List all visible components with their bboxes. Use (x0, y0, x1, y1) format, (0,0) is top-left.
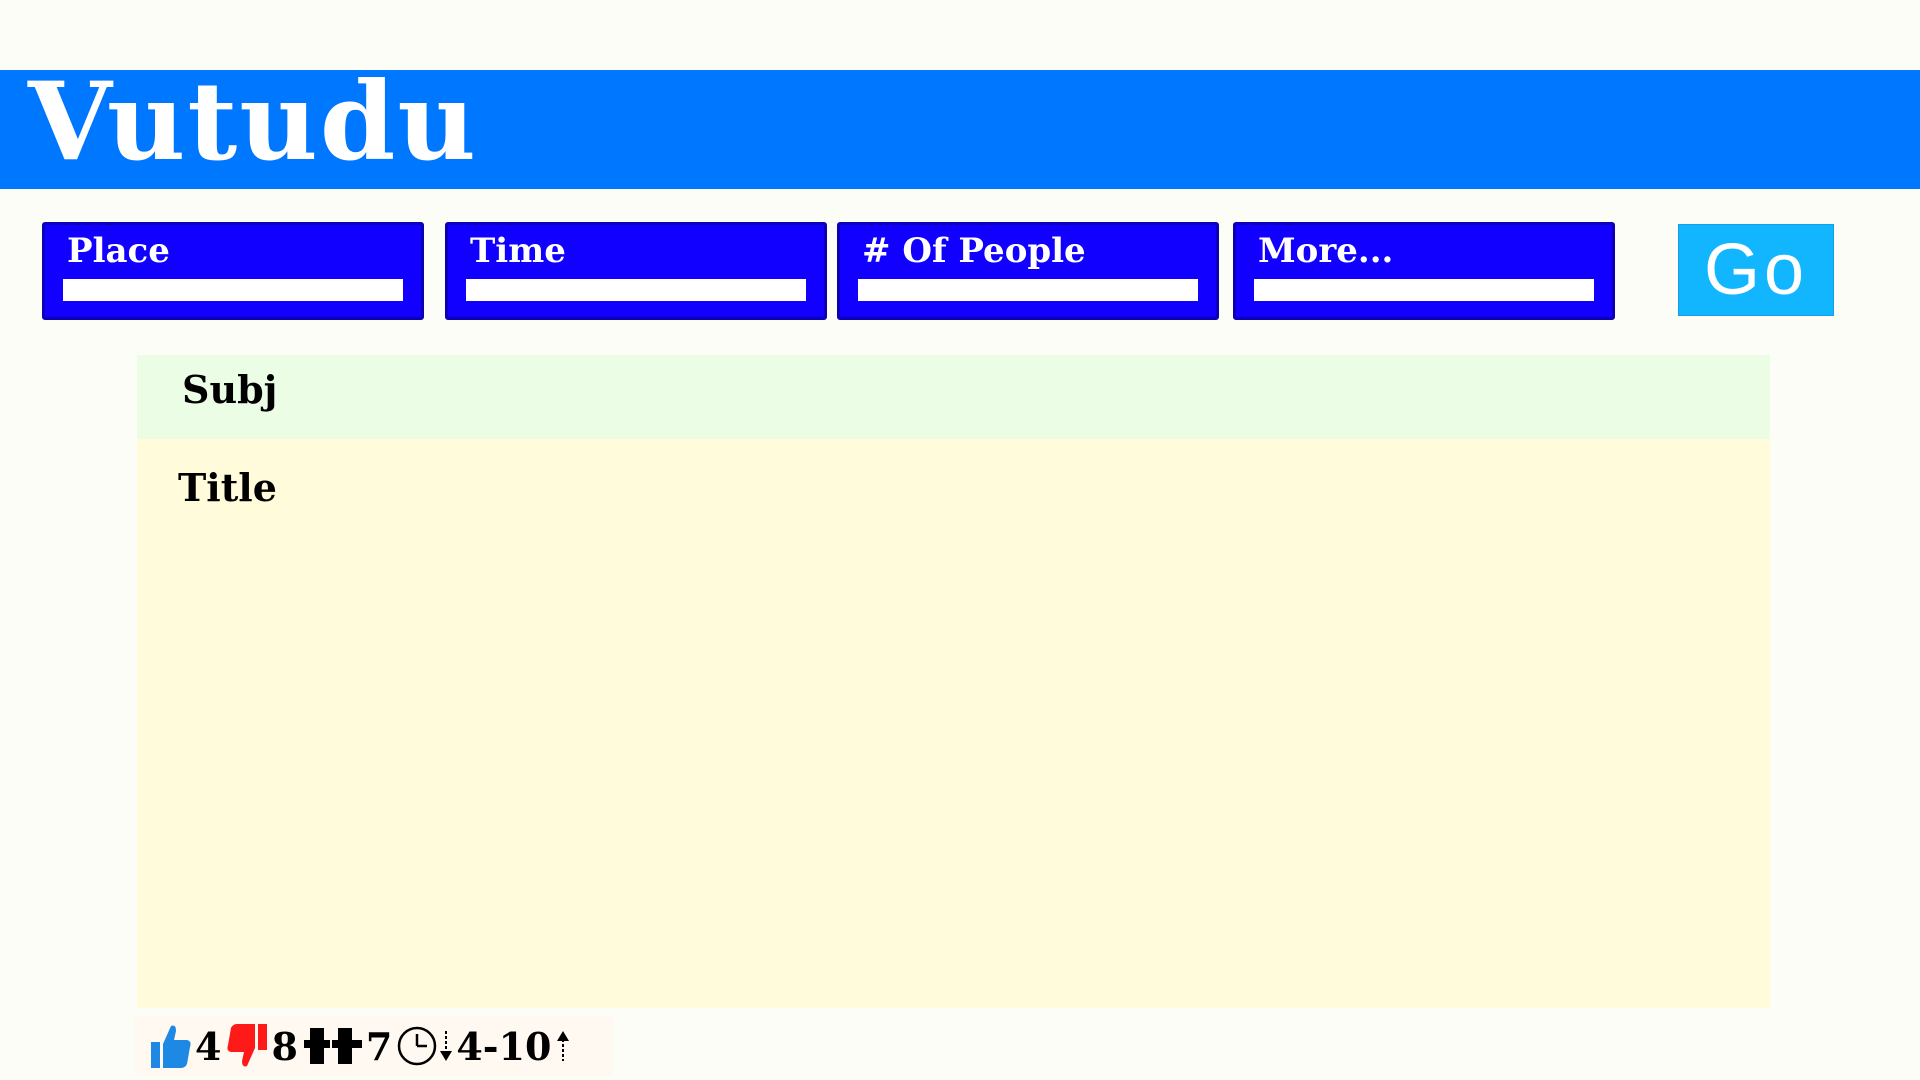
people-count-input[interactable] (858, 279, 1198, 301)
filter-place: Place (42, 222, 424, 320)
time-input[interactable] (466, 279, 806, 301)
arrow-up-icon[interactable] (555, 1029, 571, 1063)
filter-place-label: Place (67, 231, 170, 271)
app-logo[interactable]: Vutudu (28, 68, 478, 176)
people-count: 7 (365, 1023, 393, 1069)
thumbs-up-icon[interactable] (149, 1022, 193, 1070)
post-content-card[interactable]: Title (137, 439, 1770, 1008)
time-range: 4-10 (456, 1023, 552, 1069)
filter-people: # Of People (837, 222, 1219, 320)
filter-more-label: More... (1258, 231, 1394, 271)
thumbs-down-icon[interactable] (225, 1022, 269, 1070)
dislikes-count: 8 (271, 1023, 298, 1069)
filter-people-label: # Of People (862, 231, 1086, 271)
subject-bar: Subj (137, 355, 1770, 439)
subject-label: Subj (182, 367, 278, 412)
clock-icon (396, 1025, 438, 1067)
more-input[interactable] (1254, 279, 1594, 301)
filter-more: More... (1233, 222, 1615, 320)
filter-time-label: Time (470, 231, 566, 271)
post-title: Title (178, 465, 277, 510)
filter-time: Time (445, 222, 827, 320)
place-input[interactable] (63, 279, 403, 301)
post-stats-bar: 4 8 7 4-10 (135, 1016, 613, 1076)
app-root: Vutudu Place Time # Of People More... Go… (0, 0, 1920, 1080)
arrow-down-icon[interactable] (438, 1029, 454, 1063)
likes-count: 4 (195, 1023, 222, 1069)
people-icon (302, 1024, 364, 1068)
go-button[interactable]: Go (1678, 224, 1834, 316)
